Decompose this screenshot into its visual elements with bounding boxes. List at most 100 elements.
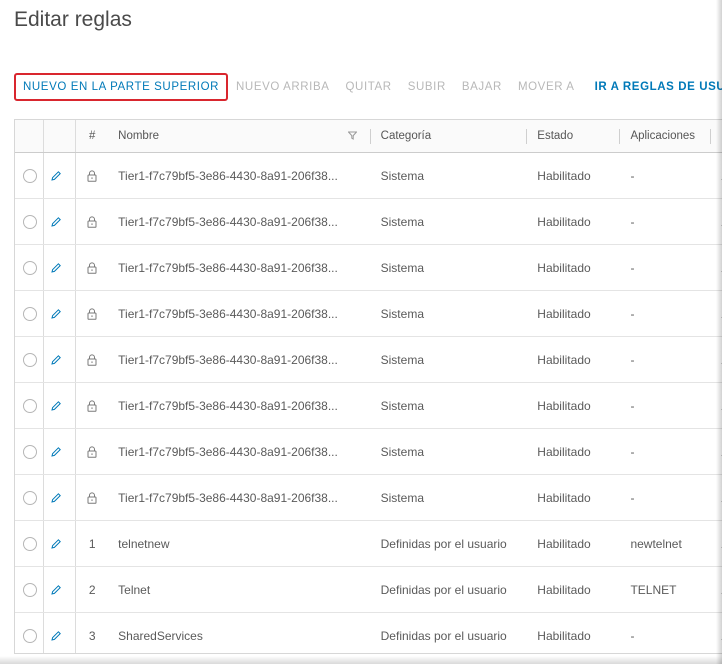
pencil-icon[interactable]: [50, 630, 62, 642]
row-name: Tier1-f7c79bf5-3e86-4430-8a91-206f38...: [108, 152, 371, 199]
table-row[interactable]: Tier1-f7c79bf5-3e86-4430-8a91-206f38... S…: [15, 474, 722, 521]
row-category: Sistema: [370, 290, 528, 337]
row-applications: -: [620, 290, 712, 337]
row-edit-cell: [42, 474, 77, 521]
row-category: Definidas por el usuario: [370, 566, 528, 613]
row-select-cell: [15, 474, 44, 521]
row-radio-button[interactable]: [23, 306, 37, 321]
row-radio-button[interactable]: [23, 444, 37, 459]
pencil-icon[interactable]: [50, 584, 62, 596]
row-radio-button[interactable]: [23, 536, 37, 551]
row-applications: -: [620, 244, 712, 291]
row-radio-button[interactable]: [23, 168, 37, 183]
row-name: telnetnew: [108, 520, 371, 567]
table-row[interactable]: 1 telnetnew Definidas por el usuario Habili…: [15, 520, 722, 567]
header-number: #: [75, 120, 109, 153]
page-title: Editar reglas: [14, 8, 132, 31]
row-state: Habilitado: [527, 198, 621, 245]
row-edit-cell: [42, 566, 77, 613]
row-name: Tier1-f7c79bf5-3e86-4430-8a91-206f38...: [108, 244, 371, 291]
table-row[interactable]: Tier1-f7c79bf5-3e86-4430-8a91-206f38... S…: [15, 382, 722, 429]
table-row[interactable]: Tier1-f7c79bf5-3e86-4430-8a91-206f38... S…: [15, 290, 722, 337]
row-radio-button[interactable]: [23, 214, 37, 229]
table-row[interactable]: Tier1-f7c79bf5-3e86-4430-8a91-206f38... S…: [15, 152, 722, 199]
row-category: Sistema: [370, 474, 528, 521]
new-above-button[interactable]: NUEVO ARRIBA: [228, 73, 337, 101]
filter-icon[interactable]: [347, 131, 358, 140]
row-category: Sistema: [370, 198, 528, 245]
row-state: Habilitado: [527, 428, 621, 475]
header-category[interactable]: Categoría: [370, 120, 528, 153]
lock-icon: [87, 492, 97, 505]
row-select-cell: [15, 382, 44, 429]
header-name[interactable]: Nombre: [108, 120, 371, 153]
row-name: SharedServices: [108, 612, 371, 653]
row-applications: -: [620, 152, 712, 199]
table-row[interactable]: Tier1-f7c79bf5-3e86-4430-8a91-206f38... S…: [15, 244, 722, 291]
row-radio-button[interactable]: [23, 628, 37, 643]
row-select-cell: [15, 336, 44, 383]
row-radio-button[interactable]: [23, 582, 37, 597]
lock-icon: [87, 446, 97, 459]
toolbar: NUEVO EN LA PARTE SUPERIOR NUEVO ARRIBA …: [14, 72, 722, 102]
row-select-cell: [15, 198, 44, 245]
table-row[interactable]: Tier1-f7c79bf5-3e86-4430-8a91-206f38... S…: [15, 428, 722, 475]
row-state: Habilitado: [527, 244, 621, 291]
row-radio-button[interactable]: [23, 260, 37, 275]
row-category: Sistema: [370, 336, 528, 383]
row-applications: -: [620, 198, 712, 245]
row-category: Sistema: [370, 428, 528, 475]
move-to-button[interactable]: MOVER A: [510, 73, 583, 101]
table-row[interactable]: Tier1-f7c79bf5-3e86-4430-8a91-206f38... S…: [15, 336, 722, 383]
move-down-button[interactable]: BAJAR: [454, 73, 510, 101]
row-applications: -: [620, 382, 712, 429]
row-edit-cell: [42, 428, 77, 475]
header-name-label: Nombre: [118, 130, 160, 142]
pencil-icon[interactable]: [50, 538, 62, 550]
lock-icon: [87, 400, 97, 413]
row-state: Habilitado: [527, 520, 621, 567]
table-row[interactable]: 3 SharedServices Definidas por el usuario H…: [15, 612, 722, 653]
row-radio-button[interactable]: [23, 352, 37, 367]
row-number: 2: [88, 582, 96, 597]
pencil-icon[interactable]: [50, 262, 62, 274]
lock-icon: [87, 216, 97, 229]
header-edit: [42, 120, 77, 153]
row-state: Habilitado: [527, 152, 621, 199]
row-edit-cell: [42, 244, 77, 291]
row-number-cell: [75, 336, 109, 383]
header-applications[interactable]: Aplicaciones: [620, 120, 712, 153]
row-select-cell: [15, 152, 44, 199]
row-applications: -: [620, 336, 712, 383]
row-select-cell: [15, 290, 44, 337]
row-edit-cell: [42, 336, 77, 383]
new-top-button[interactable]: NUEVO EN LA PARTE SUPERIOR: [14, 73, 229, 101]
row-category: Sistema: [370, 244, 528, 291]
row-number-cell: 3: [75, 612, 109, 653]
row-state: Habilitado: [527, 612, 621, 653]
row-select-cell: [15, 566, 44, 613]
row-radio-button[interactable]: [23, 398, 37, 413]
row-number: 1: [88, 536, 96, 551]
pencil-icon[interactable]: [50, 400, 62, 412]
header-state[interactable]: Estado: [527, 120, 621, 153]
pencil-icon[interactable]: [50, 308, 62, 320]
pencil-icon[interactable]: [50, 216, 62, 228]
move-up-button[interactable]: SUBIR: [400, 73, 454, 101]
table-row[interactable]: 2 Telnet Definidas por el usuario Habilitad…: [15, 566, 722, 613]
table-row[interactable]: Tier1-f7c79bf5-3e86-4430-8a91-206f38... S…: [15, 198, 722, 245]
go-to-user-rules-button[interactable]: IR A REGLAS DE USUARIO: [583, 73, 722, 101]
row-category: Definidas por el usuario: [370, 520, 528, 567]
pencil-icon[interactable]: [50, 170, 62, 182]
row-radio-button[interactable]: [23, 490, 37, 505]
row-applications: TELNET: [620, 566, 712, 613]
row-category: Sistema: [370, 152, 528, 199]
pencil-icon[interactable]: [50, 446, 62, 458]
row-edit-cell: [42, 290, 77, 337]
row-applications: newtelnet: [620, 520, 712, 567]
row-number-cell: [75, 198, 109, 245]
pencil-icon[interactable]: [50, 354, 62, 366]
remove-button[interactable]: QUITAR: [338, 73, 400, 101]
pencil-icon[interactable]: [50, 492, 62, 504]
row-name: Telnet: [108, 566, 371, 613]
